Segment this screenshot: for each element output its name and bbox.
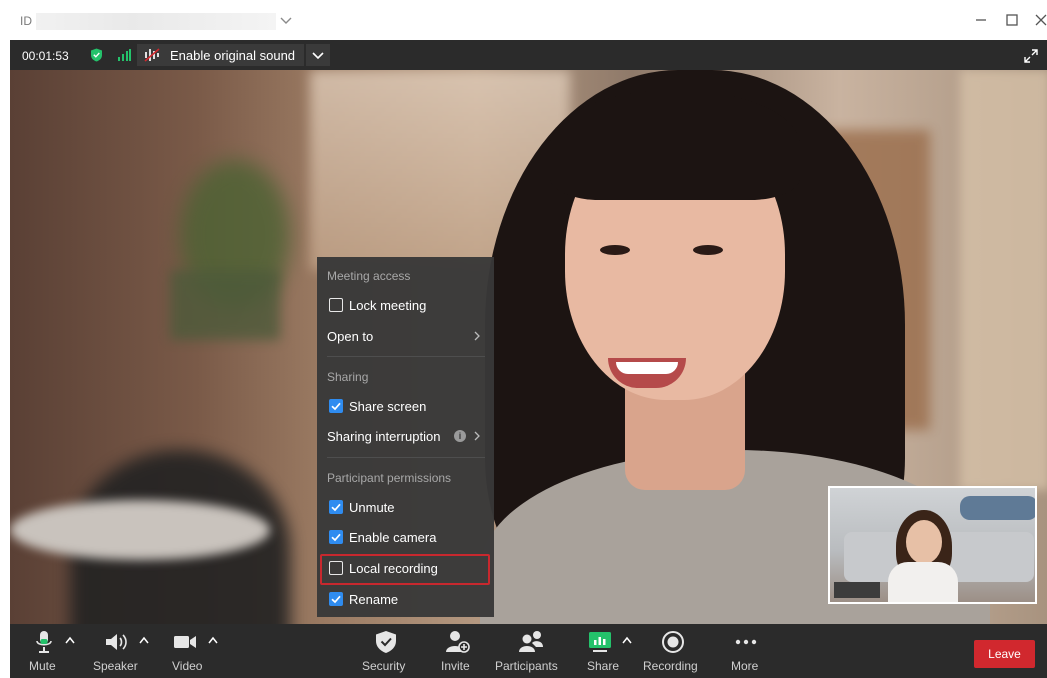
chevron-up-icon[interactable] xyxy=(65,636,75,644)
leave-button[interactable]: Leave xyxy=(974,640,1035,668)
lock-meeting-item[interactable]: Lock meeting xyxy=(317,293,494,319)
checkmark-icon xyxy=(331,503,341,512)
mute-button[interactable]: Mute xyxy=(27,624,82,678)
share-screen-checkbox[interactable] xyxy=(329,399,343,413)
menu-item-label: Open to xyxy=(327,329,374,344)
thumbnail-girl-face xyxy=(906,520,942,564)
original-sound-dropdown[interactable] xyxy=(306,44,330,66)
checkmark-icon xyxy=(331,595,341,604)
toolbar-label: Invite xyxy=(441,659,470,673)
maximize-icon[interactable] xyxy=(1004,12,1020,28)
unmute-checkbox[interactable] xyxy=(329,500,343,514)
toolbar-label: Participants xyxy=(495,659,558,673)
info-icon[interactable]: i xyxy=(454,430,466,442)
video-background-pot xyxy=(170,270,280,340)
close-icon[interactable] xyxy=(1033,12,1047,28)
speaker-icon xyxy=(106,634,127,650)
speaker-eye xyxy=(693,245,723,255)
invite-button[interactable]: Invite xyxy=(438,624,478,678)
checkmark-icon xyxy=(331,533,341,542)
toolbar-label: Share xyxy=(587,659,620,673)
speaker-eye xyxy=(600,245,630,255)
meeting-status-bar: 00:01:53 Enable original sound xyxy=(10,40,1047,70)
add-person-icon xyxy=(446,631,470,653)
share-button[interactable]: Share xyxy=(584,624,640,678)
toolbar-label: Recording xyxy=(643,659,698,673)
video-button[interactable]: Video xyxy=(168,624,226,678)
fullscreen-icon[interactable] xyxy=(1023,48,1039,64)
chevron-down-icon xyxy=(312,52,324,60)
menu-item-label: Enable camera xyxy=(349,530,437,545)
chevron-up-icon[interactable] xyxy=(208,636,218,644)
thumbnail-background-person xyxy=(960,496,1035,520)
speaker-teeth xyxy=(616,362,678,374)
leave-label: Leave xyxy=(988,647,1021,661)
share-screen-item[interactable]: Share screen xyxy=(317,394,494,420)
menu-item-label: Sharing interruption xyxy=(327,429,441,444)
video-camera-icon xyxy=(174,636,196,648)
toolbar-label: Security xyxy=(362,659,406,673)
thumbnail-camera-device xyxy=(834,582,880,598)
participant-thumbnail[interactable] xyxy=(828,486,1037,604)
toolbar-label: Video xyxy=(172,659,203,673)
sharing-interruption-item[interactable]: Sharing interruption i xyxy=(317,424,494,450)
toolbar-label: Mute xyxy=(29,659,56,673)
secure-shield-icon xyxy=(91,48,102,62)
minimize-icon[interactable] xyxy=(973,12,989,28)
enable-camera-checkbox[interactable] xyxy=(329,530,343,544)
lock-meeting-checkbox[interactable] xyxy=(329,298,343,312)
toolbar-label: Speaker xyxy=(93,659,138,673)
rename-checkbox[interactable] xyxy=(329,592,343,606)
microphone-icon xyxy=(36,631,52,653)
record-icon xyxy=(662,631,684,653)
menu-divider xyxy=(327,356,485,357)
meeting-id-field-redacted xyxy=(36,13,276,30)
original-sound-icon xyxy=(144,48,160,62)
checkmark-icon xyxy=(331,402,341,411)
title-bar: ID xyxy=(0,0,1047,40)
participants-icon xyxy=(519,631,543,652)
more-button[interactable]: More xyxy=(728,624,768,678)
meeting-toolbar: Mute Speaker Video Security Invite Parti… xyxy=(10,624,1047,678)
thumbnail-girl-body xyxy=(888,562,958,602)
shield-icon xyxy=(376,631,396,653)
chevron-right-icon xyxy=(474,431,480,441)
security-button[interactable]: Security xyxy=(360,624,412,678)
speaker-fringe xyxy=(550,90,800,200)
menu-section-header: Participant permissions xyxy=(327,471,452,485)
open-to-item[interactable]: Open to xyxy=(317,324,494,350)
share-screen-icon xyxy=(589,632,611,652)
menu-section-header: Meeting access xyxy=(327,269,411,283)
menu-item-label: Unmute xyxy=(349,500,395,515)
menu-item-label: Rename xyxy=(349,592,399,607)
enable-original-sound-button[interactable]: Enable original sound xyxy=(137,44,304,66)
chevron-right-icon xyxy=(474,331,480,341)
meeting-duration: 00:01:53 xyxy=(22,49,69,63)
unmute-item[interactable]: Unmute xyxy=(317,495,494,521)
local-recording-highlight xyxy=(320,554,490,585)
rename-item[interactable]: Rename xyxy=(317,587,494,613)
speaker-button[interactable]: Speaker xyxy=(93,624,155,678)
original-sound-label: Enable original sound xyxy=(170,48,296,63)
recording-button[interactable]: Recording xyxy=(642,624,706,678)
network-signal-icon xyxy=(118,49,131,61)
menu-item-label: Share screen xyxy=(349,399,427,414)
chevron-up-icon[interactable] xyxy=(139,636,149,644)
meeting-id-label: ID xyxy=(20,14,32,28)
video-background-pillar xyxy=(960,70,1047,490)
video-background-table xyxy=(10,500,270,560)
menu-item-label: Lock meeting xyxy=(349,298,427,313)
chevron-down-icon[interactable] xyxy=(278,12,294,28)
enable-camera-item[interactable]: Enable camera xyxy=(317,525,494,551)
more-dots-icon xyxy=(735,639,757,645)
chevron-up-icon[interactable] xyxy=(622,636,632,644)
menu-divider xyxy=(327,457,485,458)
toolbar-label: More xyxy=(731,659,759,673)
menu-section-header: Sharing xyxy=(327,370,369,384)
participants-button[interactable]: Participants xyxy=(493,624,571,678)
